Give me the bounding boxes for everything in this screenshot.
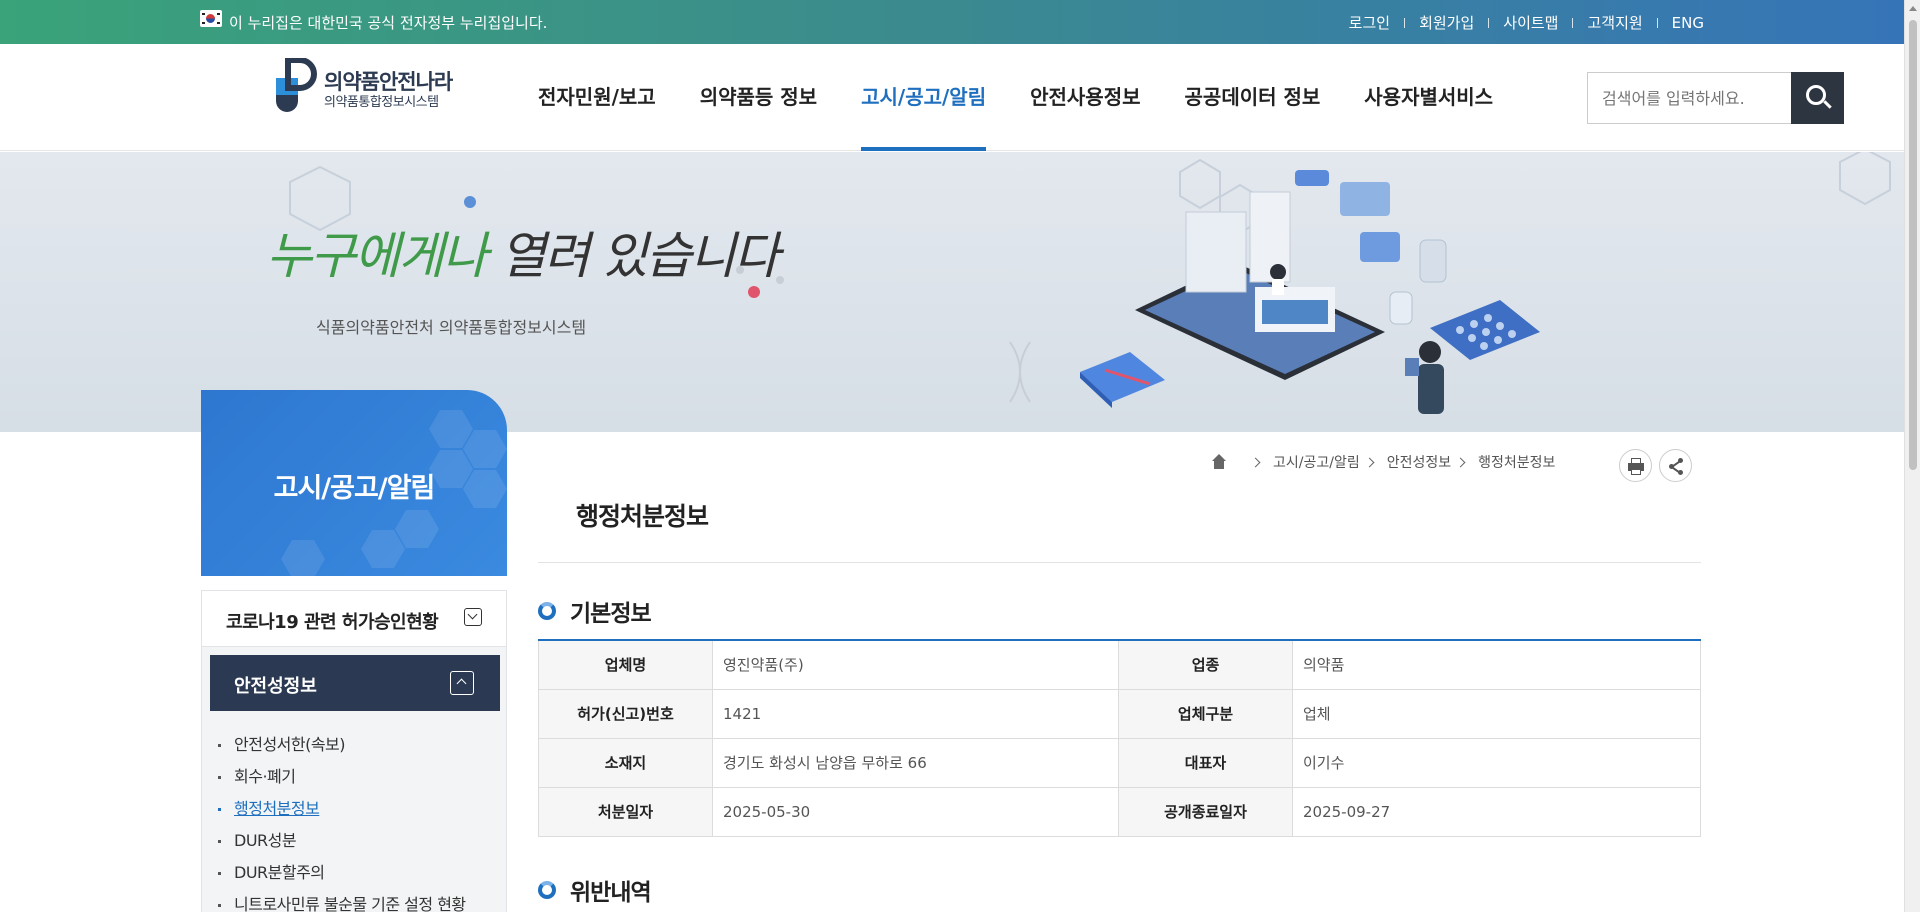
- korea-flag-icon: [200, 10, 222, 27]
- table-header-cell: 소재지: [538, 738, 713, 788]
- table-header-cell: 업종: [1118, 640, 1293, 690]
- table-header-cell: 공개종료일자: [1118, 787, 1293, 837]
- table-cell: 이기수: [1292, 738, 1701, 788]
- site-logo[interactable]: 의약품안전나라 의약품통합정보시스템: [274, 56, 484, 116]
- gov-notice-text: 이 누리집은 대한민국 공식 전자정부 누리집입니다.: [229, 14, 548, 32]
- breadcrumb-notice[interactable]: 고시/공고/알림: [1273, 452, 1360, 472]
- lnb-title: 고시/공고/알림: [273, 473, 436, 504]
- search-button[interactable]: [1791, 72, 1844, 124]
- main-nav: 전자민원/보고 의약품등 정보 고시/공고/알림 안전사용정보 공공데이터 정보…: [538, 44, 1537, 151]
- breadcrumb: 고시/공고/알림 안전성정보 행정처분정보: [1210, 452, 1555, 472]
- chevron-up-icon: [450, 671, 474, 695]
- category-select-label: 코로나19 관련 허가승인현황: [226, 612, 439, 633]
- sidebar-item-recall[interactable]: 회수·폐기: [216, 767, 466, 799]
- page-scrollbar[interactable]: [1904, 0, 1920, 912]
- scrollbar-thumb[interactable]: [1909, 20, 1917, 470]
- nav-public-data[interactable]: 공공데이터 정보: [1185, 44, 1321, 150]
- table-cell: 업체: [1292, 689, 1701, 739]
- banner-subtitle: 식품의약품안전처 의약품통합정보시스템: [316, 318, 587, 337]
- table-row: 허가(신고)번호 1421 업체구분 업체: [538, 689, 1701, 739]
- pill-logo-icon: [276, 58, 317, 112]
- gov-banner: 이 누리집은 대한민국 공식 전자정부 누리집입니다. 로그인 회원가입 사이트…: [0, 0, 1904, 44]
- sitemap-link[interactable]: 사이트맵: [1503, 12, 1558, 33]
- sidebar-item-dur-ingredient[interactable]: DUR성분: [216, 831, 466, 863]
- login-link[interactable]: 로그인: [1349, 12, 1390, 33]
- category-select[interactable]: 코로나19 관련 허가승인현황: [202, 591, 506, 647]
- sidebar: 코로나19 관련 허가승인현황 안전성정보 안전성서한(속보) 회수·폐기 행정…: [201, 590, 507, 912]
- violation-title: 위반내역: [570, 880, 652, 906]
- home-icon[interactable]: [1210, 454, 1228, 470]
- table-cell: 2025-09-27: [1292, 787, 1701, 837]
- search-input[interactable]: [1587, 72, 1791, 124]
- table-header-cell: 대표자: [1118, 738, 1293, 788]
- title-divider: [538, 562, 1701, 563]
- banner-slogan: 누구에게나 열려 있습니다: [266, 227, 780, 285]
- table-header-cell: 허가(신고)번호: [538, 689, 713, 739]
- nav-drug-info[interactable]: 의약품등 정보: [700, 44, 817, 150]
- nav-notice[interactable]: 고시/공고/알림: [861, 44, 987, 151]
- breadcrumb-safety[interactable]: 안전성정보: [1387, 452, 1451, 472]
- sidebar-item-dur-split[interactable]: DUR분할주의: [216, 863, 466, 895]
- breadcrumb-current[interactable]: 행정처분정보: [1478, 452, 1555, 472]
- site-header: 의약품안전나라 의약품통합정보시스템 전자민원/보고 의약품등 정보 고시/공고…: [0, 44, 1904, 151]
- logo-subtitle: 의약품통합정보시스템: [324, 95, 439, 110]
- basic-info-title: 기본정보: [570, 601, 652, 627]
- nav-user-service[interactable]: 사용자별서비스: [1364, 44, 1493, 150]
- page-title: 행정처분정보: [576, 502, 709, 531]
- table-cell: 의약품: [1292, 640, 1701, 690]
- sidebar-section-safety[interactable]: 안전성정보: [210, 655, 500, 711]
- print-button[interactable]: [1619, 449, 1652, 482]
- share-button[interactable]: [1659, 449, 1692, 482]
- nav-safety-info[interactable]: 안전사용정보: [1030, 44, 1140, 150]
- section-bullet-icon: [538, 881, 556, 899]
- support-link[interactable]: 고객지원: [1587, 12, 1642, 33]
- sidebar-list: 안전성서한(속보) 회수·폐기 행정처분정보 DUR성분 DUR분할주의 니트로…: [216, 735, 466, 912]
- sidebar-item-safety-letter[interactable]: 안전성서한(속보): [216, 735, 466, 767]
- table-cell: 2025-05-30: [712, 787, 1119, 837]
- table-cell: 경기도 화성시 남양읍 무하로 66: [712, 738, 1119, 788]
- table-header-cell: 처분일자: [538, 787, 713, 837]
- table-header-cell: 업체명: [538, 640, 713, 690]
- english-link[interactable]: ENG: [1672, 14, 1704, 32]
- sidebar-item-nitrosamine[interactable]: 니트로사민류 불순물 기준 설정 현황: [216, 895, 466, 912]
- violation-heading: 위반내역: [538, 873, 652, 907]
- chevron-down-icon: [464, 608, 482, 626]
- table-cell: 1421: [712, 689, 1119, 739]
- utility-links: 로그인 회원가입 사이트맵 고객지원 ENG: [1349, 12, 1704, 33]
- table-row: 처분일자 2025-05-30 공개종료일자 2025-09-27: [538, 787, 1701, 837]
- scroll-up-icon[interactable]: [1909, 6, 1917, 11]
- basic-info-table: 업체명 영진약품(주) 업종 의약품 허가(신고)번호 1421 업체구분 업체…: [538, 639, 1701, 837]
- sidebar-item-admin-disposition[interactable]: 행정처분정보: [216, 799, 466, 831]
- lnb-title-box: 고시/공고/알림: [201, 390, 507, 576]
- table-row: 소재지 경기도 화성시 남양읍 무하로 66 대표자 이기수: [538, 738, 1701, 788]
- basic-info-heading: 기본정보: [538, 594, 652, 628]
- section-bullet-icon: [538, 602, 556, 620]
- nav-e-civil[interactable]: 전자민원/보고: [538, 44, 656, 150]
- signup-link[interactable]: 회원가입: [1419, 12, 1474, 33]
- sidebar-section-label: 안전성정보: [234, 676, 317, 697]
- table-row: 업체명 영진약품(주) 업종 의약품: [538, 640, 1701, 690]
- table-cell: 영진약품(주): [712, 640, 1119, 690]
- table-header-cell: 업체구분: [1118, 689, 1293, 739]
